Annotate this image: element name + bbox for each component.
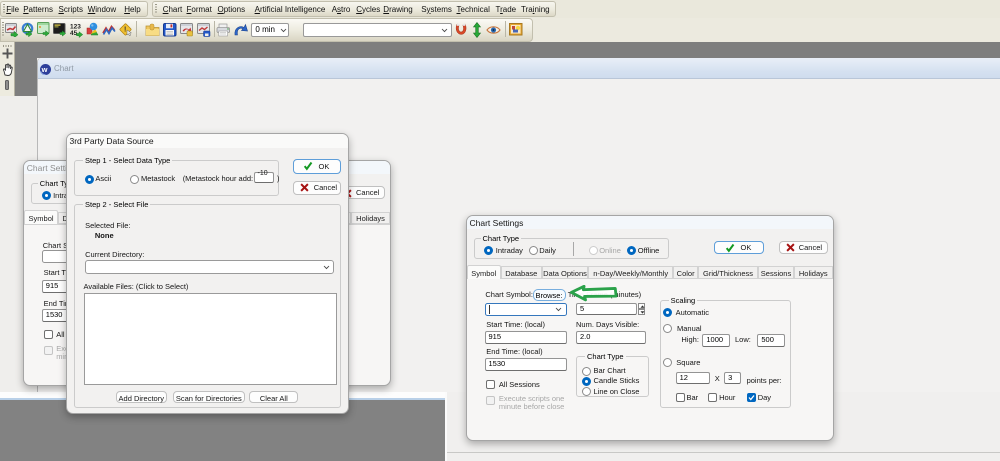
svg-text:!: ! bbox=[124, 27, 126, 34]
svg-text:w: w bbox=[41, 65, 48, 74]
